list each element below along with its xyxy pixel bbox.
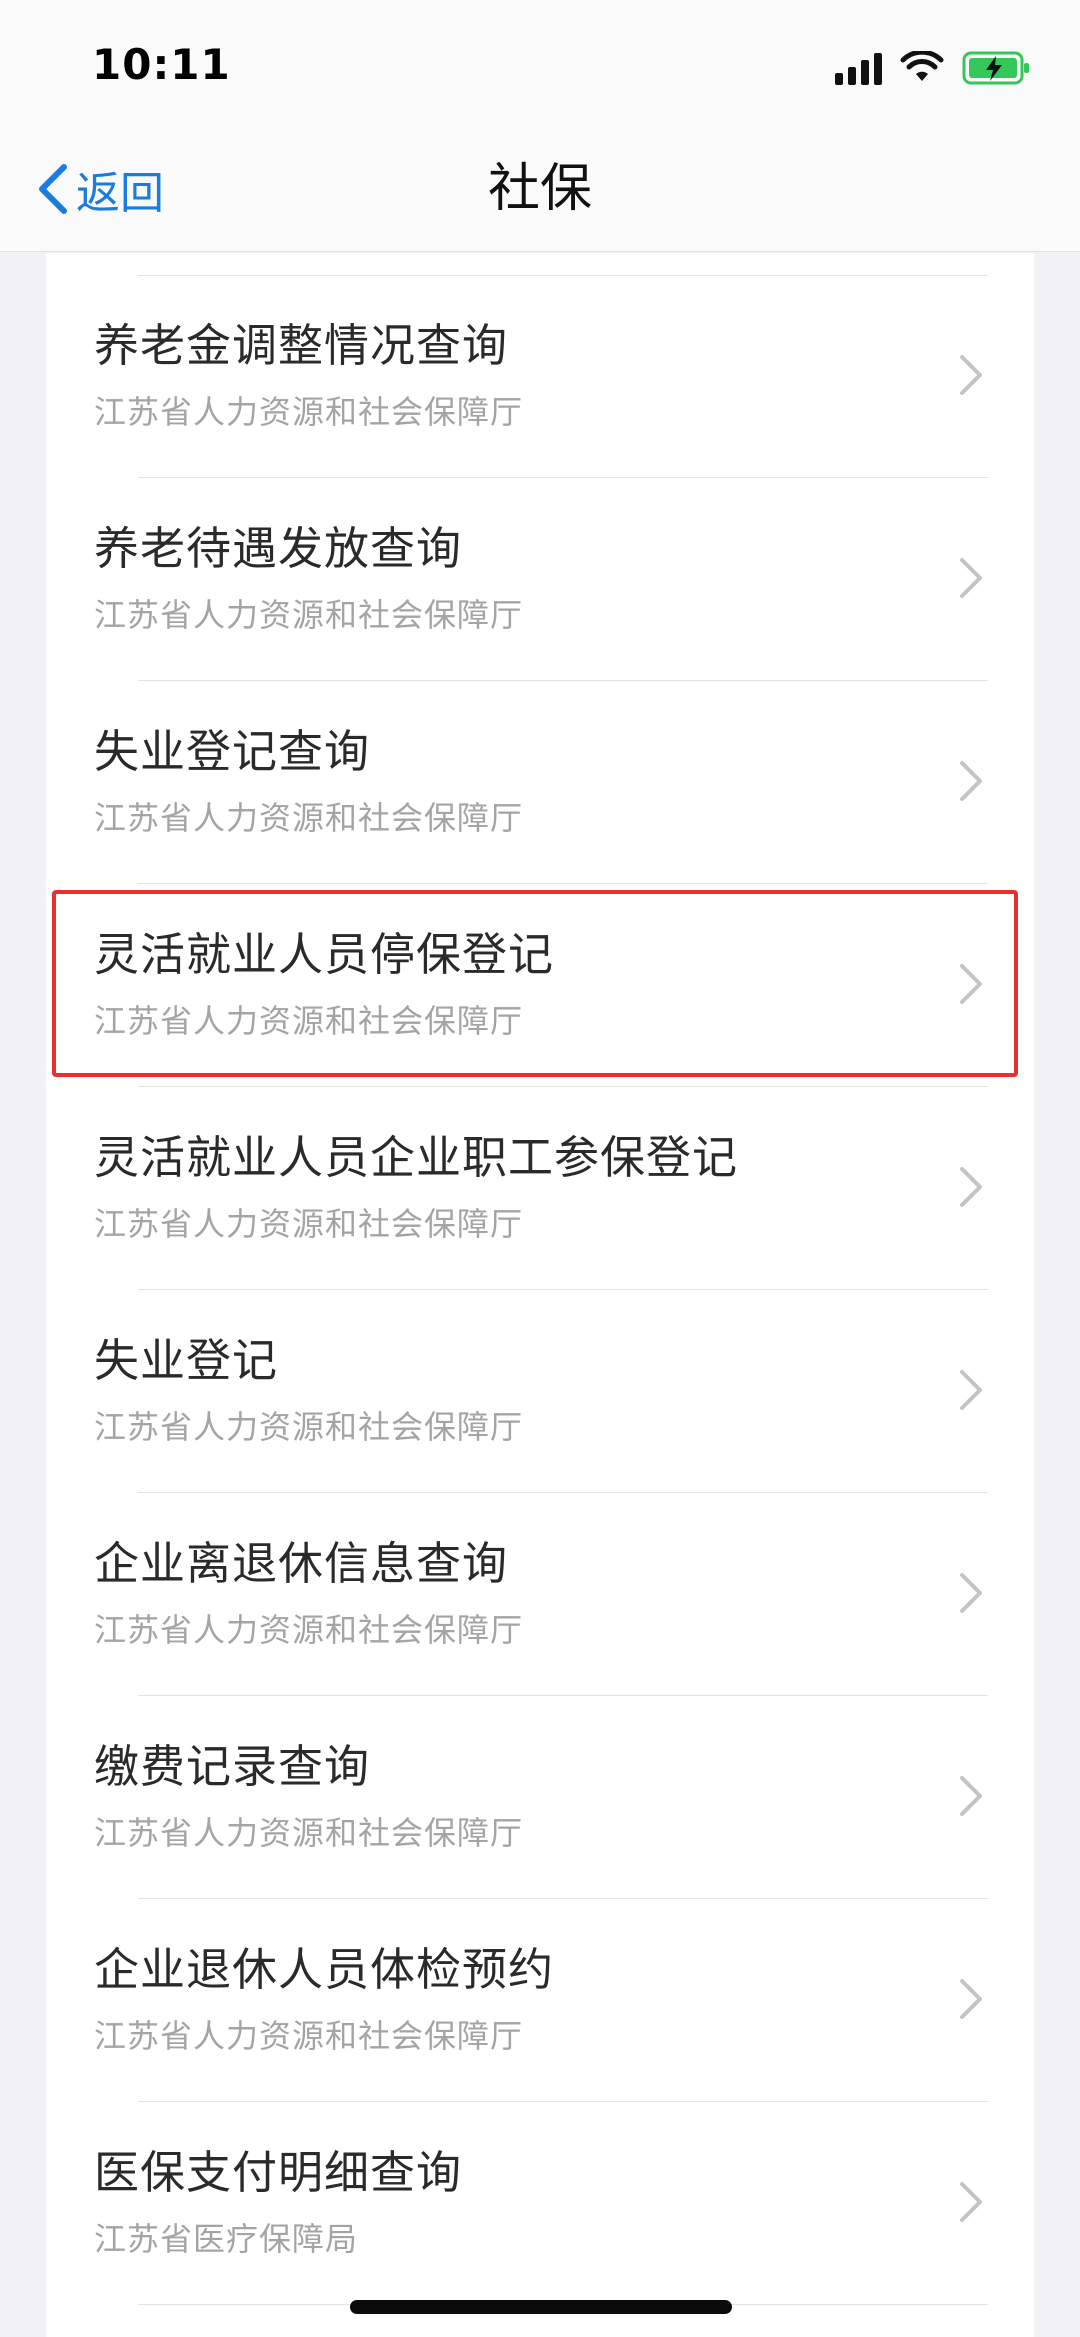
list-item-pension-payment-query[interactable]: 养老待遇发放查询 江苏省人力资源和社会保障厅: [46, 478, 1034, 681]
list-item-payment-record-query[interactable]: 缴费记录查询 江苏省人力资源和社会保障厅: [46, 1696, 1034, 1899]
chevron-right-icon: [960, 1370, 982, 1410]
list-item-unemployment-registration-query[interactable]: 失业登记查询 江苏省人力资源和社会保障厅: [46, 681, 1034, 884]
wifi-icon: [900, 51, 944, 85]
list-item-title: 养老金调整情况查询: [94, 319, 509, 372]
chevron-right-icon: [960, 1573, 982, 1613]
service-list: 养老金调整情况查询 江苏省人力资源和社会保障厅 养老待遇发放查询 江苏省人力资源…: [46, 253, 1034, 2337]
list-item-title: 灵活就业人员企业职工参保登记: [94, 1131, 739, 1184]
battery-charging-icon: [962, 50, 1032, 86]
list-item-title: 企业离退休信息查询: [94, 1537, 509, 1590]
chevron-right-icon: [960, 355, 982, 395]
list-item-title: 灵活就业人员停保登记: [94, 928, 555, 981]
list-item-subtitle: 江苏省人力资源和社会保障厅: [94, 596, 524, 634]
list-item-medical-payment-detail[interactable]: 医保支付明细查询 江苏省医疗保障局: [46, 2102, 1034, 2305]
list-item-title: 养老待遇发放查询: [94, 522, 463, 575]
home-indicator[interactable]: [350, 2300, 732, 2314]
list-item-retiree-info-query[interactable]: 企业离退休信息查询 江苏省人力资源和社会保障厅: [46, 1493, 1034, 1696]
list-item-pension-adjustment-query[interactable]: 养老金调整情况查询 江苏省人力资源和社会保障厅: [46, 275, 1034, 478]
list-item-subtitle: 江苏省医疗保障局: [94, 2220, 359, 2258]
list-item-subtitle: 江苏省人力资源和社会保障厅: [94, 1408, 524, 1446]
chevron-right-icon: [960, 964, 982, 1004]
list-item-subtitle: 江苏省人力资源和社会保障厅: [94, 393, 524, 431]
list-item-subtitle: 江苏省人力资源和社会保障厅: [94, 1205, 524, 1243]
chevron-right-icon: [960, 1167, 982, 1207]
list-item-subtitle: 江苏省人力资源和社会保障厅: [94, 1611, 524, 1649]
list-item-subtitle: 江苏省人力资源和社会保障厅: [94, 1002, 524, 1040]
list-item-title: 缴费记录查询: [94, 1740, 371, 1793]
signal-icon: [835, 51, 882, 85]
list-item-unemployment-registration[interactable]: 失业登记 江苏省人力资源和社会保障厅: [46, 1290, 1034, 1493]
list-item-title: 企业退休人员体检预约: [94, 1943, 555, 1996]
top-bar: 10:11 返回 社保: [0, 0, 1080, 252]
list-item-flexible-employment-enrollment[interactable]: 灵活就业人员企业职工参保登记 江苏省人力资源和社会保障厅: [46, 1087, 1034, 1290]
list-item-title: 失业登记查询: [94, 725, 371, 778]
chevron-right-icon: [960, 558, 982, 598]
list-item-subtitle: 江苏省人力资源和社会保障厅: [94, 2017, 524, 2055]
chevron-right-icon: [960, 1776, 982, 1816]
status-icons: [835, 44, 1032, 92]
status-time: 10:11: [92, 40, 231, 89]
list-item-subtitle: 江苏省人力资源和社会保障厅: [94, 799, 524, 837]
list-item-title: 医保支付明细查询: [94, 2146, 463, 2199]
chevron-right-icon: [960, 761, 982, 801]
page-title: 社保: [487, 159, 592, 219]
list-item-flexible-employment-stop-insurance[interactable]: 灵活就业人员停保登记 江苏省人力资源和社会保障厅: [46, 884, 1034, 1087]
list-item-retiree-health-checkup[interactable]: 企业退休人员体检预约 江苏省人力资源和社会保障厅: [46, 1899, 1034, 2102]
chevron-right-icon: [960, 2182, 982, 2222]
chevron-right-icon: [960, 1979, 982, 2019]
list-item-title: 失业登记: [94, 1334, 279, 1387]
list-item-subtitle: 江苏省人力资源和社会保障厅: [94, 1814, 524, 1852]
